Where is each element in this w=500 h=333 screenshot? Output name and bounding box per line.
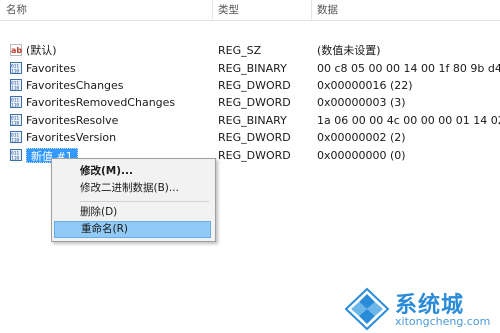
registry-value-row[interactable]: ab (默认) REG_SZ (数值未设置) bbox=[0, 42, 500, 59]
binary-value-icon: 011 110 bbox=[10, 62, 22, 74]
value-data: 0x00000016 (22) bbox=[317, 79, 413, 92]
watermark: 系统城 xitongcheng.com bbox=[340, 285, 500, 333]
binary-value-icon: 011 110 bbox=[10, 96, 22, 108]
menu-item-modify-binary[interactable]: 修改二进制数据(B)... bbox=[54, 180, 211, 197]
value-type: REG_DWORD bbox=[218, 96, 291, 109]
value-name: (默认) bbox=[26, 44, 57, 57]
svg-text:110: 110 bbox=[11, 69, 19, 75]
svg-text:110: 110 bbox=[11, 138, 19, 144]
binary-value-icon: 011 110 bbox=[10, 149, 22, 161]
value-data: 0x00000003 (3) bbox=[317, 96, 406, 109]
svg-text:110: 110 bbox=[11, 121, 19, 127]
binary-value-icon: 011 110 bbox=[10, 131, 22, 143]
column-header: 名称 类型 数据 bbox=[0, 0, 500, 21]
svg-text:110: 110 bbox=[11, 103, 19, 109]
value-name: FavoritesRemovedChanges bbox=[26, 96, 176, 109]
context-menu: 修改(M)... 修改二进制数据(B)... 删除(D) 重命名(R) bbox=[51, 158, 216, 242]
menu-item-modify[interactable]: 修改(M)... bbox=[54, 163, 211, 180]
registry-value-row[interactable]: 011 110 FavoritesChanges REG_DWORD 0x000… bbox=[0, 77, 500, 94]
svg-text:ab: ab bbox=[11, 46, 22, 55]
value-type: REG_BINARY bbox=[218, 114, 287, 127]
svg-text:110: 110 bbox=[11, 86, 19, 92]
column-header-name[interactable]: 名称 bbox=[0, 0, 212, 20]
watermark-url: xitongcheng.com bbox=[395, 315, 491, 328]
menu-item-delete[interactable]: 删除(D) bbox=[54, 204, 211, 221]
value-type: REG_DWORD bbox=[218, 79, 291, 92]
value-data: 0x00000000 (0) bbox=[317, 149, 406, 162]
value-data: 1a 06 00 00 4c 00 00 00 01 14 02 00 0 bbox=[317, 114, 500, 127]
value-name: FavoritesVersion bbox=[26, 131, 117, 144]
diamond-logo-icon bbox=[344, 287, 390, 331]
string-value-icon: ab bbox=[10, 44, 22, 56]
svg-text:110: 110 bbox=[11, 156, 19, 162]
registry-value-row[interactable]: 011 110 FavoritesRemovedChanges REG_DWOR… bbox=[0, 94, 500, 111]
value-name: FavoritesChanges bbox=[26, 79, 124, 92]
registry-value-row[interactable]: 011 110 FavoritesVersion REG_DWORD 0x000… bbox=[0, 129, 500, 146]
value-type: REG_DWORD bbox=[218, 149, 291, 162]
registry-values-pane: 名称 类型 数据 ab (默认) REG_SZ (数值未设置) 011 110 … bbox=[0, 0, 500, 333]
menu-item-rename[interactable]: 重命名(R) bbox=[54, 221, 211, 238]
value-data: 00 c8 05 00 00 14 00 1f 80 9b d4 34 4 bbox=[317, 62, 500, 75]
registry-value-row[interactable]: 011 110 Favorites REG_BINARY 00 c8 05 00… bbox=[0, 60, 500, 77]
column-header-type[interactable]: 类型 bbox=[212, 0, 310, 20]
value-name: Favorites bbox=[26, 62, 76, 75]
binary-value-icon: 011 110 bbox=[10, 79, 22, 91]
menu-separator bbox=[80, 201, 209, 202]
binary-value-icon: 011 110 bbox=[10, 114, 22, 126]
value-data: 0x00000002 (2) bbox=[317, 131, 406, 144]
registry-value-row[interactable]: 011 110 FavoritesResolve REG_BINARY 1a 0… bbox=[0, 112, 500, 129]
value-type: REG_DWORD bbox=[218, 131, 291, 144]
value-type: REG_SZ bbox=[218, 44, 262, 57]
column-header-data[interactable]: 数据 bbox=[311, 0, 500, 20]
value-name: FavoritesResolve bbox=[26, 114, 119, 127]
value-type: REG_BINARY bbox=[218, 62, 287, 75]
value-data: (数值未设置) bbox=[317, 44, 381, 57]
